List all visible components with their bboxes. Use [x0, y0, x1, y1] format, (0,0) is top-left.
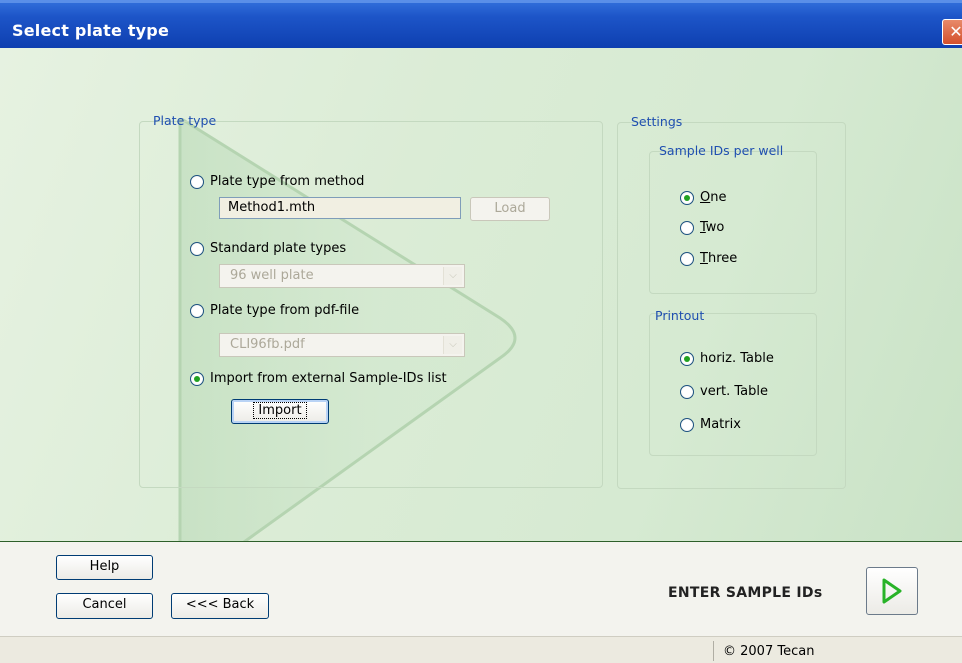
help-button[interactable]: Help: [56, 555, 153, 580]
radio-label: Import from external Sample-IDs list: [210, 371, 447, 386]
radio-checked-icon: [680, 351, 694, 366]
radio-printout-vert-table[interactable]: vert. Table: [680, 384, 768, 399]
sample-ids-legend: Sample IDs per well: [659, 143, 784, 158]
window-title: Select plate type: [12, 21, 170, 40]
radio-plate-from-method[interactable]: Plate type from method: [190, 174, 364, 189]
back-label: <<< Back: [185, 597, 255, 612]
radio-label: Plate type from method: [210, 174, 365, 189]
plate-type-legend: Plate type: [153, 113, 217, 128]
status-separator: [713, 641, 714, 661]
standard-plate-select[interactable]: 96 well plate ⌵: [219, 264, 465, 288]
help-label: Help: [89, 559, 120, 574]
radio-icon: [680, 417, 694, 432]
radio-icon: [190, 241, 204, 256]
radio-label: Matrix: [700, 417, 741, 432]
radio-label: One: [700, 190, 727, 205]
radio-label: Three: [700, 251, 738, 266]
radio-import-external[interactable]: Import from external Sample-IDs list: [190, 371, 447, 386]
import-label: Import: [253, 402, 307, 419]
radio-printout-matrix[interactable]: Matrix: [680, 417, 741, 432]
radio-sample-ids-three[interactable]: Three: [680, 251, 737, 266]
radio-icon: [680, 220, 694, 235]
radio-standard-plate-types[interactable]: Standard plate types: [190, 241, 346, 256]
next-button[interactable]: [866, 567, 918, 615]
radio-plate-from-pdf[interactable]: Plate type from pdf-file: [190, 303, 359, 318]
back-button[interactable]: <<< Back: [171, 593, 269, 619]
pdf-file-value: CLI96fb.pdf: [230, 337, 305, 352]
chevron-down-icon: ⌵: [443, 336, 462, 354]
radio-label: Standard plate types: [210, 241, 347, 256]
next-step-label: ENTER SAMPLE IDs: [668, 585, 823, 601]
radio-sample-ids-one[interactable]: One: [680, 190, 726, 205]
play-arrow-icon: [882, 578, 902, 604]
radio-label: vert. Table: [700, 384, 769, 399]
radio-checked-icon: [190, 371, 204, 386]
sample-ids-group: Sample IDs per well: [649, 143, 817, 294]
radio-checked-icon: [680, 190, 694, 205]
title-bar: Select plate type ✕: [0, 0, 962, 48]
radio-label: Plate type from pdf-file: [210, 303, 360, 318]
main-panel: Plate type Plate type from method Method…: [0, 48, 962, 541]
close-button[interactable]: ✕: [942, 19, 962, 45]
load-button[interactable]: Load: [470, 197, 550, 221]
standard-plate-value: 96 well plate: [230, 268, 314, 283]
radio-printout-horiz-table[interactable]: horiz. Table: [680, 351, 774, 366]
settings-legend: Settings: [631, 114, 683, 129]
cancel-label: Cancel: [82, 597, 127, 612]
radio-sample-ids-two[interactable]: Two: [680, 220, 724, 235]
chevron-down-icon: ⌵: [443, 267, 462, 285]
radio-icon: [190, 303, 204, 318]
radio-icon: [680, 251, 694, 266]
status-bar: © 2007 Tecan: [0, 636, 962, 663]
radio-icon: [190, 174, 204, 189]
import-button[interactable]: Import: [231, 399, 329, 424]
printout-legend: Printout: [655, 308, 705, 323]
radio-icon: [680, 384, 694, 399]
radio-label: Two: [700, 220, 725, 235]
method-file-field[interactable]: Method1.mth: [219, 197, 461, 219]
cancel-button[interactable]: Cancel: [56, 593, 153, 619]
close-icon: ✕: [949, 22, 962, 41]
radio-label: horiz. Table: [700, 351, 774, 366]
pdf-file-select[interactable]: CLI96fb.pdf ⌵: [219, 333, 465, 357]
load-label: Load: [494, 201, 526, 216]
copyright-text: © 2007 Tecan: [723, 644, 815, 659]
